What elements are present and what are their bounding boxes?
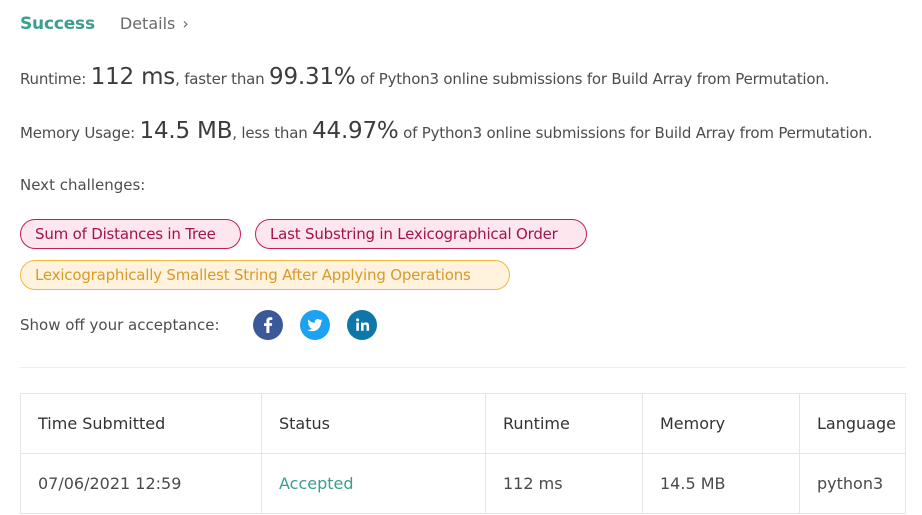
column-header-language: Language: [799, 393, 906, 454]
memory-percent: 44.97%: [312, 118, 399, 144]
runtime-value: 112 ms: [90, 64, 176, 90]
memory-label: Memory Usage:: [20, 124, 140, 142]
memory-summary: Memory Usage: 14.5 MB, less than 44.97% …: [20, 118, 872, 144]
cell-time-submitted: 07/06/2021 12:59: [20, 453, 262, 514]
column-header-status: Status: [261, 393, 486, 454]
runtime-label: Runtime:: [20, 70, 91, 88]
details-link[interactable]: Details ›: [120, 14, 189, 33]
submission-result-page: Success Details › Runtime: 112 ms, faste…: [0, 0, 922, 515]
linkedin-icon[interactable]: [346, 310, 377, 340]
cell-language: python3: [799, 453, 906, 514]
section-divider: [20, 367, 906, 368]
chevron-right-icon: ›: [182, 14, 189, 33]
details-label: Details: [119, 14, 176, 33]
runtime-comparison: , faster than: [175, 70, 270, 88]
column-header-memory: Memory: [642, 393, 800, 454]
cell-status: Accepted: [261, 453, 486, 514]
cell-memory: 14.5 MB: [642, 453, 800, 514]
share-label: Show off your acceptance:: [20, 316, 220, 334]
accepted-link[interactable]: Accepted: [279, 474, 354, 493]
challenge-chip-lexicographically-smallest[interactable]: Lexicographically Smallest String After …: [20, 260, 510, 290]
memory-comparison: , less than: [232, 124, 313, 142]
twitter-icon[interactable]: [299, 310, 330, 340]
table-header-row: Time Submitted Status Runtime Memory Lan…: [20, 393, 906, 454]
runtime-percent: 99.31%: [269, 64, 356, 90]
challenge-chip-last-substring[interactable]: Last Substring in Lexicographical Order: [255, 219, 587, 249]
result-header: Success Details ›: [20, 14, 189, 34]
facebook-icon[interactable]: [252, 310, 283, 340]
share-row: Show off your acceptance:: [20, 310, 394, 340]
column-header-time-submitted: Time Submitted: [20, 393, 262, 454]
memory-suffix: of Python3 online submissions for Build …: [398, 124, 873, 142]
cell-runtime: 112 ms: [485, 453, 643, 514]
submissions-table: Time Submitted Status Runtime Memory Lan…: [20, 393, 906, 514]
memory-value: 14.5 MB: [139, 118, 233, 144]
column-header-runtime: Runtime: [485, 393, 643, 454]
status-title: Success: [20, 14, 95, 34]
next-challenges-label: Next challenges:: [20, 176, 146, 194]
table-row: 07/06/2021 12:59 Accepted 112 ms 14.5 MB…: [20, 453, 906, 514]
runtime-summary: Runtime: 112 ms, faster than 99.31% of P…: [20, 64, 829, 90]
challenge-chip-sum-of-distances[interactable]: Sum of Distances in Tree: [20, 219, 241, 249]
runtime-suffix: of Python3 online submissions for Build …: [355, 70, 830, 88]
